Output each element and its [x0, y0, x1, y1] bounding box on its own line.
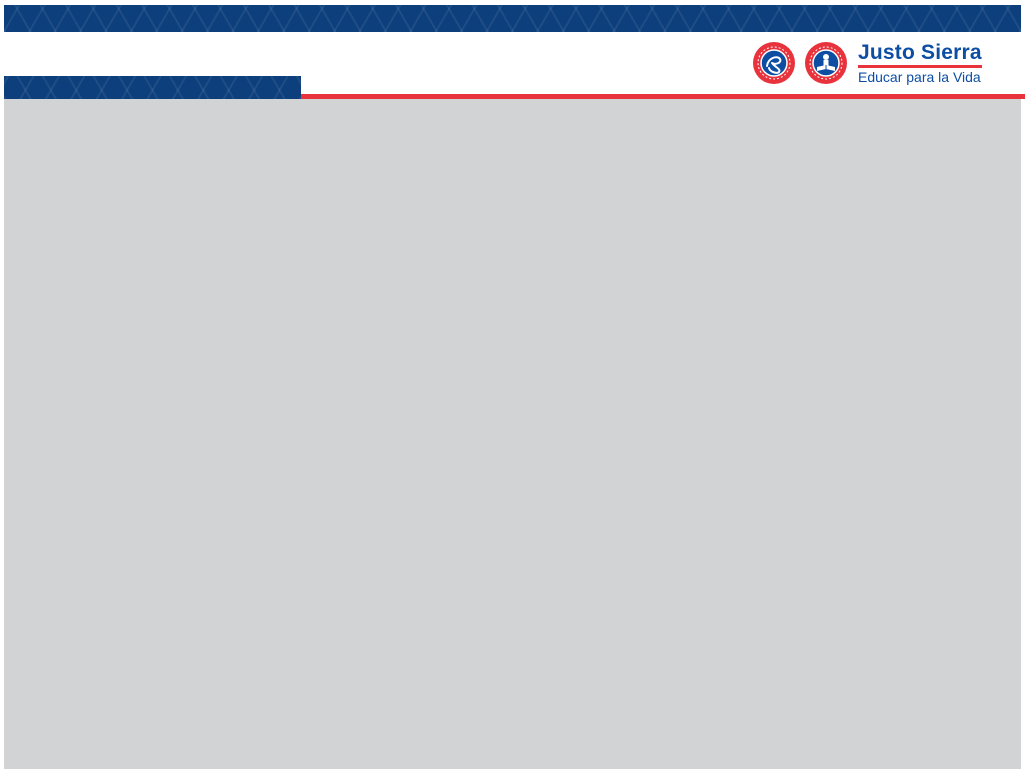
brand-logo: Justo Sierra Educar para la Vida — [752, 40, 982, 86]
top-decorative-band — [4, 5, 1021, 32]
seal-script-icon — [753, 42, 795, 84]
seal-book-icon — [805, 42, 847, 84]
slide-content-area — [4, 99, 1021, 769]
left-decorative-tab — [4, 76, 301, 99]
brand-wordmark: Justo Sierra Educar para la Vida — [858, 40, 982, 85]
brand-underline — [858, 64, 982, 68]
brand-tagline: Educar para la Vida — [858, 68, 981, 85]
brand-name: Justo Sierra — [858, 40, 982, 64]
